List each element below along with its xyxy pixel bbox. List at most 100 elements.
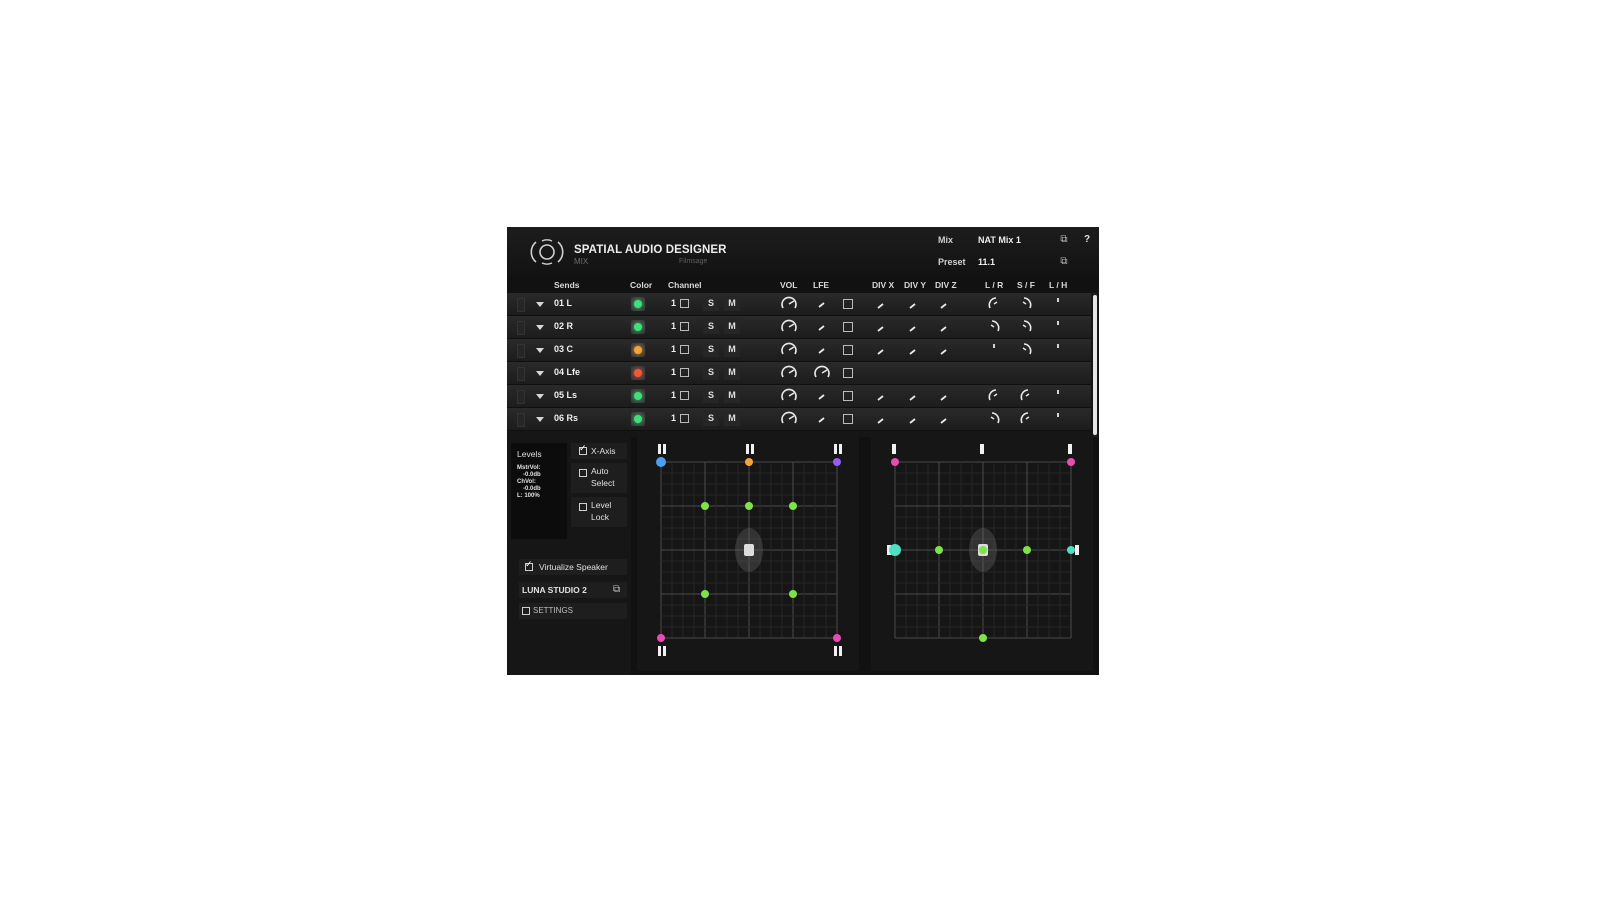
vol-knob[interactable] bbox=[779, 340, 799, 360]
vol-knob[interactable] bbox=[779, 363, 799, 383]
mute-button[interactable]: M bbox=[724, 388, 740, 403]
channel-number[interactable]: 1 bbox=[671, 413, 676, 423]
div-y-knob[interactable] bbox=[903, 387, 923, 407]
lr-knob[interactable] bbox=[984, 317, 1004, 337]
solo-button[interactable]: S bbox=[703, 411, 719, 426]
auto-select-checkbox[interactable] bbox=[579, 469, 587, 477]
speaker-dot[interactable] bbox=[979, 634, 987, 642]
solo-button[interactable]: S bbox=[703, 296, 719, 311]
color-swatch[interactable] bbox=[631, 320, 645, 334]
speaker-dot[interactable] bbox=[656, 457, 666, 467]
send-row[interactable]: 05 Ls 1 S M bbox=[507, 385, 1091, 408]
div-y-knob[interactable] bbox=[903, 410, 923, 430]
vol-knob[interactable] bbox=[779, 409, 799, 429]
speaker-handle[interactable] bbox=[663, 444, 666, 454]
lr-knob[interactable] bbox=[984, 409, 1004, 429]
lr-knob[interactable] bbox=[984, 294, 1004, 314]
div-z-knob[interactable] bbox=[934, 318, 954, 338]
mix-value[interactable]: NAT Mix 1 bbox=[978, 235, 1021, 245]
speaker-dot[interactable] bbox=[657, 634, 665, 642]
link-icon[interactable] bbox=[843, 299, 853, 309]
chevron-down-icon[interactable] bbox=[536, 325, 544, 330]
send-row[interactable]: 04 Lfe 1 S M bbox=[507, 362, 1091, 385]
div-x-knob[interactable] bbox=[871, 295, 891, 315]
link-icon[interactable] bbox=[843, 414, 853, 424]
x-axis-checkbox[interactable] bbox=[579, 443, 587, 455]
lh-knob[interactable] bbox=[1048, 340, 1068, 360]
link-icon[interactable] bbox=[680, 368, 689, 377]
div-z-knob[interactable] bbox=[934, 410, 954, 430]
sf-knob[interactable] bbox=[1016, 386, 1036, 406]
settings-checkbox[interactable] bbox=[522, 607, 530, 615]
link-icon[interactable] bbox=[680, 299, 689, 308]
top-view-panner-canvas[interactable] bbox=[637, 437, 859, 671]
lfe-knob[interactable] bbox=[812, 409, 832, 429]
div-x-knob[interactable] bbox=[871, 318, 891, 338]
copy-icon[interactable]: ⧉ bbox=[1058, 234, 1070, 246]
side-view-panner[interactable] bbox=[871, 437, 1093, 671]
speaker-handle[interactable] bbox=[1075, 545, 1079, 555]
chevron-down-icon[interactable] bbox=[536, 371, 544, 376]
chevron-down-icon[interactable] bbox=[536, 394, 544, 399]
send-row[interactable]: 06 Rs 1 S M bbox=[507, 408, 1091, 431]
mute-button[interactable]: M bbox=[724, 342, 740, 357]
div-z-knob[interactable] bbox=[934, 387, 954, 407]
speaker-dot[interactable] bbox=[1067, 546, 1075, 554]
solo-button[interactable]: S bbox=[703, 319, 719, 334]
channel-number[interactable]: 1 bbox=[671, 344, 676, 354]
room-selector[interactable]: LUNA STUDIO 2 ⧉ bbox=[519, 582, 627, 598]
solo-button[interactable]: S bbox=[703, 365, 719, 380]
lr-knob[interactable] bbox=[984, 340, 1004, 360]
link-icon[interactable] bbox=[680, 391, 689, 400]
sf-knob[interactable] bbox=[1016, 294, 1036, 314]
sf-knob[interactable] bbox=[1016, 317, 1036, 337]
lh-knob[interactable] bbox=[1048, 386, 1068, 406]
lr-knob[interactable] bbox=[984, 386, 1004, 406]
send-row[interactable]: 01 L 1 SM bbox=[507, 293, 1091, 316]
level-lock-option[interactable]: Level Lock bbox=[571, 497, 627, 527]
speaker-handle[interactable] bbox=[658, 444, 661, 454]
x-axis-option[interactable]: X-Axis bbox=[571, 443, 627, 459]
preset-value[interactable]: 11.1 bbox=[978, 257, 995, 267]
vol-knob[interactable] bbox=[779, 294, 799, 314]
send-row[interactable]: 02 R 1 SM bbox=[507, 316, 1091, 339]
lfe-knob[interactable] bbox=[812, 386, 832, 406]
mute-button[interactable]: M bbox=[724, 411, 740, 426]
div-z-knob[interactable] bbox=[934, 341, 954, 361]
lh-knob[interactable] bbox=[1048, 294, 1068, 314]
vol-knob[interactable] bbox=[779, 317, 799, 337]
speaker-handle[interactable] bbox=[839, 646, 842, 656]
speaker-dot[interactable] bbox=[935, 546, 943, 554]
lfe-knob[interactable] bbox=[812, 294, 832, 314]
color-swatch[interactable] bbox=[631, 412, 645, 426]
lh-knob[interactable] bbox=[1048, 409, 1068, 429]
chevron-down-icon[interactable] bbox=[536, 302, 544, 307]
speaker-dot[interactable] bbox=[701, 502, 709, 510]
div-z-knob[interactable] bbox=[934, 295, 954, 315]
drag-handle[interactable] bbox=[517, 390, 525, 404]
mute-button[interactable]: M bbox=[724, 365, 740, 380]
drag-handle[interactable] bbox=[517, 344, 525, 358]
speaker-dot[interactable] bbox=[833, 634, 841, 642]
copy-icon[interactable]: ⧉ bbox=[1058, 256, 1070, 268]
side-view-panner-canvas[interactable] bbox=[871, 437, 1093, 671]
lfe-knob[interactable] bbox=[812, 340, 832, 360]
channel-number[interactable]: 1 bbox=[671, 321, 676, 331]
virtualize-speaker-checkbox[interactable] bbox=[525, 559, 533, 571]
link-icon[interactable] bbox=[843, 345, 853, 355]
link-icon[interactable] bbox=[843, 368, 853, 378]
color-swatch[interactable] bbox=[631, 389, 645, 403]
speaker-dot[interactable] bbox=[889, 544, 901, 556]
lfe-knob[interactable] bbox=[812, 363, 832, 383]
div-x-knob[interactable] bbox=[871, 341, 891, 361]
link-icon[interactable] bbox=[680, 345, 689, 354]
mute-button[interactable]: M bbox=[724, 296, 740, 311]
settings-option[interactable]: SETTINGS bbox=[519, 603, 627, 619]
div-y-knob[interactable] bbox=[903, 295, 923, 315]
scrollbar-thumb[interactable] bbox=[1093, 295, 1097, 435]
solo-button[interactable]: S bbox=[703, 388, 719, 403]
drag-handle[interactable] bbox=[517, 321, 525, 335]
chevron-down-icon[interactable] bbox=[536, 348, 544, 353]
link-icon[interactable] bbox=[843, 391, 853, 401]
speaker-dot[interactable] bbox=[745, 458, 753, 466]
